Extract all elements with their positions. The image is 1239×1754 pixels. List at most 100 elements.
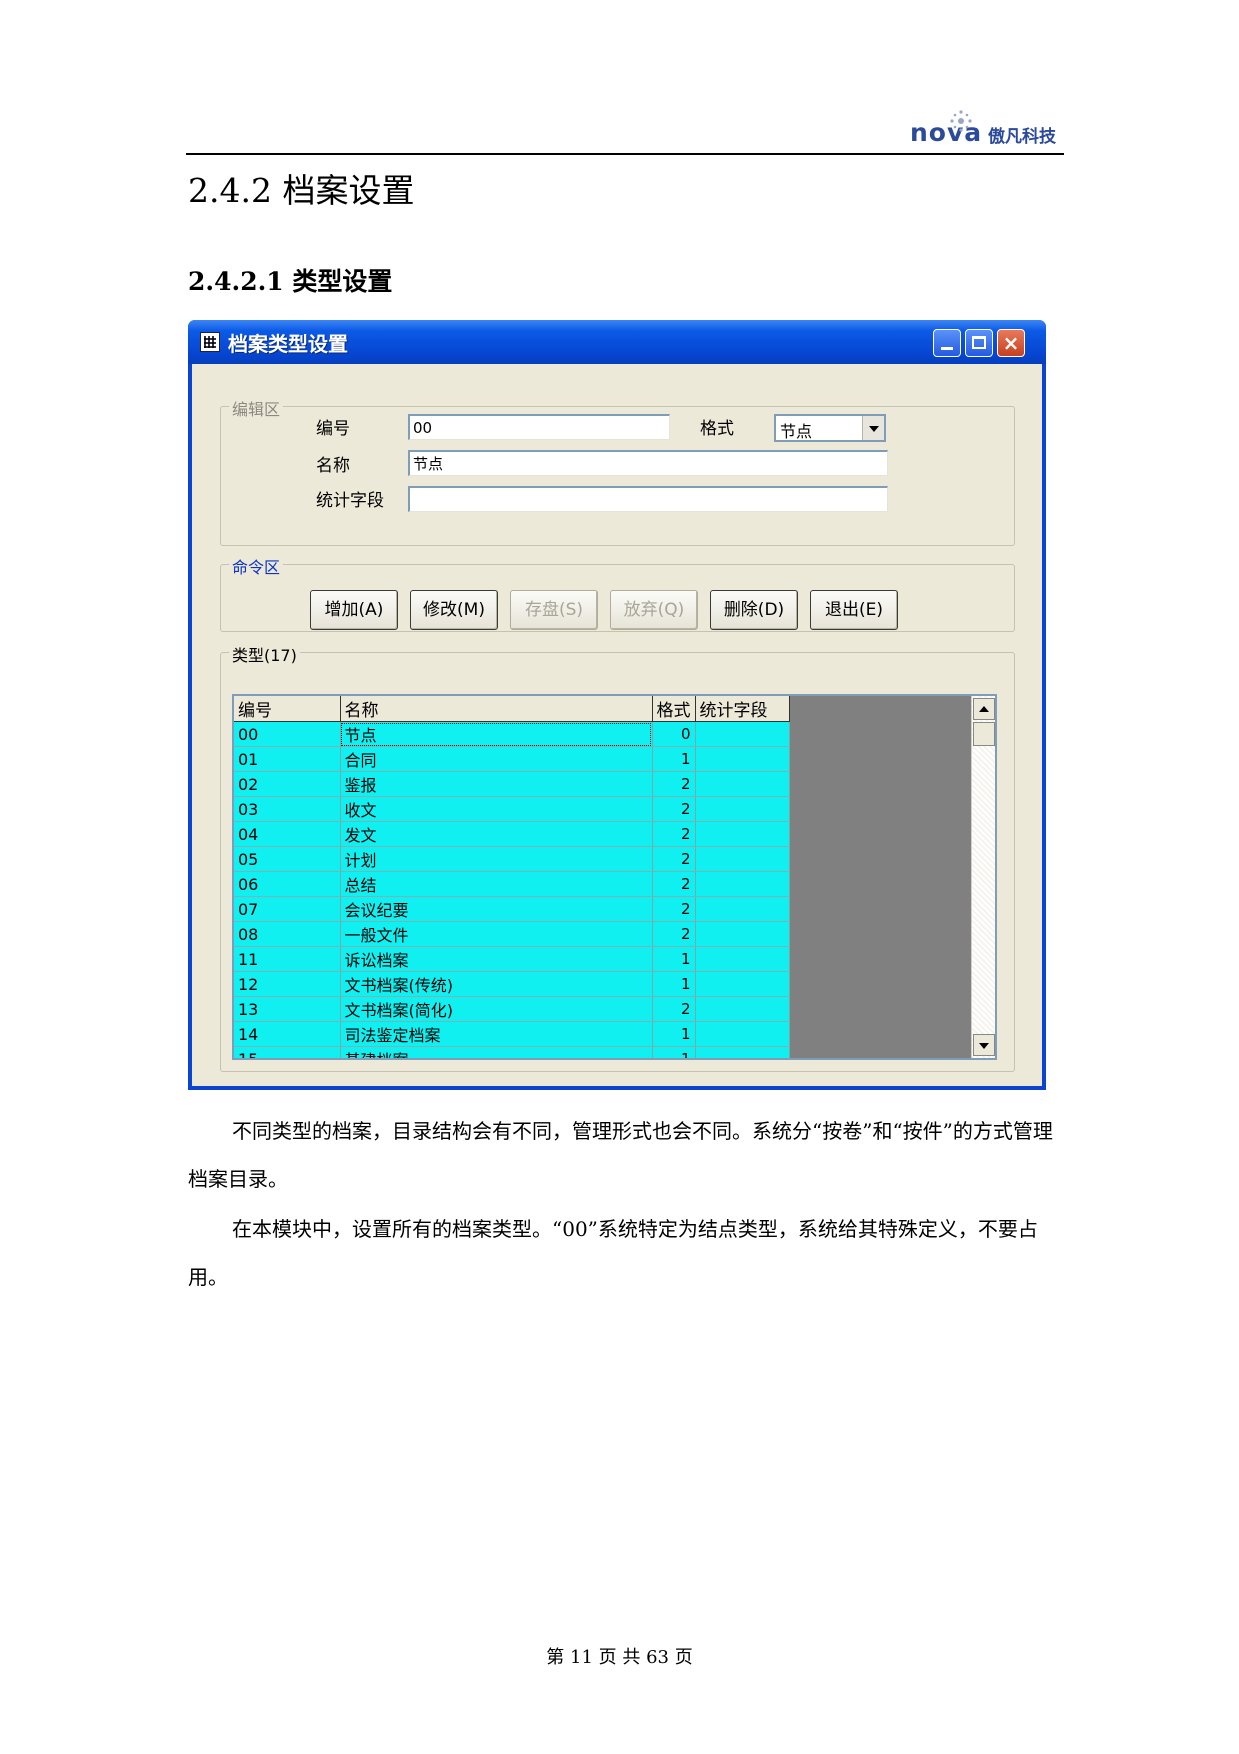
cell-name[interactable]: 文书档案(简化) [340,996,653,1022]
type-grid[interactable]: 编号 名称 格式 统计字段 00 节点 0 01 合同 1 02 鉴报 2 03 收文 2 04 发文 2 0… [232,694,997,1060]
cell-stat-field[interactable] [695,746,790,772]
cell-stat-field[interactable] [695,871,790,897]
cell-name[interactable]: 基建档案 [340,1046,653,1058]
cell-format[interactable]: 2 [652,871,696,897]
discard-button[interactable]: 放弃(Q) [610,590,698,630]
scroll-thumb[interactable] [973,722,995,746]
column-header-name[interactable]: 名称 [340,696,653,722]
cell-code[interactable]: 04 [234,821,341,847]
name-input[interactable]: 节点 [408,450,888,476]
table-row[interactable]: 02 鉴报 2 [234,771,790,797]
cell-code[interactable]: 15 [234,1046,341,1058]
cell-name[interactable]: 司法鉴定档案 [340,1021,653,1047]
column-header-stat-field[interactable]: 统计字段 [695,696,790,722]
chevron-down-icon[interactable] [862,416,884,440]
modify-button[interactable]: 修改(M) [410,590,498,630]
header-rule [186,153,1064,155]
cell-name[interactable]: 文书档案(传统) [340,971,653,997]
format-select-value: 节点 [780,422,813,441]
cell-stat-field[interactable] [695,721,790,747]
cell-code[interactable]: 07 [234,896,341,922]
table-row[interactable]: 15基建档案1 [234,1046,790,1058]
table-row[interactable]: 01 合同 1 [234,746,790,772]
cell-format[interactable]: 2 [652,921,696,947]
cell-stat-field[interactable] [695,821,790,847]
cell-stat-field[interactable] [695,971,790,997]
table-row[interactable]: 03 收文 2 [234,796,790,822]
cell-name[interactable]: 会议纪要 [340,896,653,922]
cell-format[interactable]: 2 [652,996,696,1022]
cell-stat-field[interactable] [695,896,790,922]
cell-name[interactable]: 诉讼档案 [340,946,653,972]
cell-name[interactable]: 发文 [340,821,653,847]
cell-name[interactable]: 收文 [340,796,653,822]
cell-format[interactable]: 2 [652,896,696,922]
table-row[interactable]: 08 一般文件 2 [234,921,790,947]
cell-code[interactable]: 03 [234,796,341,822]
cell-stat-field[interactable] [695,796,790,822]
window-titlebar[interactable]: 档案类型设置 × [188,320,1046,364]
table-row[interactable]: 12 文书档案(传统) 1 [234,971,790,997]
cell-format[interactable]: 1 [652,946,696,972]
cell-code[interactable]: 05 [234,846,341,872]
cell-stat-field[interactable] [695,946,790,972]
command-group-legend: 命令区 [229,554,284,578]
table-row[interactable]: 11 诉讼档案 1 [234,946,790,972]
table-row[interactable]: 00 节点 0 [234,721,790,747]
vertical-scrollbar[interactable] [971,696,995,1058]
table-row[interactable]: 14 司法鉴定档案 1 [234,1021,790,1047]
cell-format[interactable]: 2 [652,796,696,822]
cell-stat-field[interactable] [695,846,790,872]
cell-code[interactable]: 00 [234,721,341,747]
cell-code[interactable]: 06 [234,871,341,897]
cell-name[interactable]: 节点 [340,721,653,747]
cell-stat-field[interactable] [695,1021,790,1047]
table-row[interactable]: 13 文书档案(简化) 2 [234,996,790,1022]
scroll-up-icon[interactable] [973,698,995,720]
table-row[interactable]: 06 总结 2 [234,871,790,897]
maximize-icon [972,336,986,349]
cell-format[interactable]: 1 [652,746,696,772]
scroll-down-icon[interactable] [973,1034,995,1056]
minimize-button[interactable] [933,329,961,357]
cell-code[interactable]: 14 [234,1021,341,1047]
cell-code[interactable]: 11 [234,946,341,972]
cell-stat-field[interactable] [695,1046,790,1058]
table-row[interactable]: 04 发文 2 [234,821,790,847]
cell-format[interactable]: 1 [652,1046,696,1058]
table-row[interactable]: 07 会议纪要 2 [234,896,790,922]
cell-name[interactable]: 合同 [340,746,653,772]
exit-button[interactable]: 退出(E) [810,590,898,630]
cell-format[interactable]: 0 [652,721,696,747]
cell-name[interactable]: 计划 [340,846,653,872]
cell-name[interactable]: 总结 [340,871,653,897]
cell-code[interactable]: 01 [234,746,341,772]
cell-format[interactable]: 1 [652,1021,696,1047]
stat-field-input[interactable] [408,486,888,512]
cell-format[interactable]: 2 [652,846,696,872]
add-button[interactable]: 增加(A) [310,590,398,630]
cell-code[interactable]: 13 [234,996,341,1022]
paragraph-2: 在本模块中，设置所有的档案类型。“00”系统特定为结点类型，系统给其特殊定义，不… [188,1217,1038,1289]
close-button[interactable]: × [997,329,1025,357]
delete-button[interactable]: 删除(D) [710,590,798,630]
type-group-legend: 类型(17) [229,642,300,666]
table-row[interactable]: 05 计划 2 [234,846,790,872]
save-button[interactable]: 存盘(S) [510,590,598,630]
cell-name[interactable]: 鉴报 [340,771,653,797]
cell-name[interactable]: 一般文件 [340,921,653,947]
cell-format[interactable]: 2 [652,771,696,797]
cell-code[interactable]: 08 [234,921,341,947]
cell-code[interactable]: 12 [234,971,341,997]
cell-format[interactable]: 2 [652,821,696,847]
column-header-format[interactable]: 格式 [652,696,696,722]
cell-stat-field[interactable] [695,996,790,1022]
code-input[interactable]: 00 [408,414,670,440]
cell-stat-field[interactable] [695,771,790,797]
cell-code[interactable]: 02 [234,771,341,797]
maximize-button[interactable] [965,329,993,357]
cell-format[interactable]: 1 [652,971,696,997]
format-select[interactable]: 节点 [774,414,886,442]
cell-stat-field[interactable] [695,921,790,947]
column-header-code[interactable]: 编号 [234,696,341,722]
